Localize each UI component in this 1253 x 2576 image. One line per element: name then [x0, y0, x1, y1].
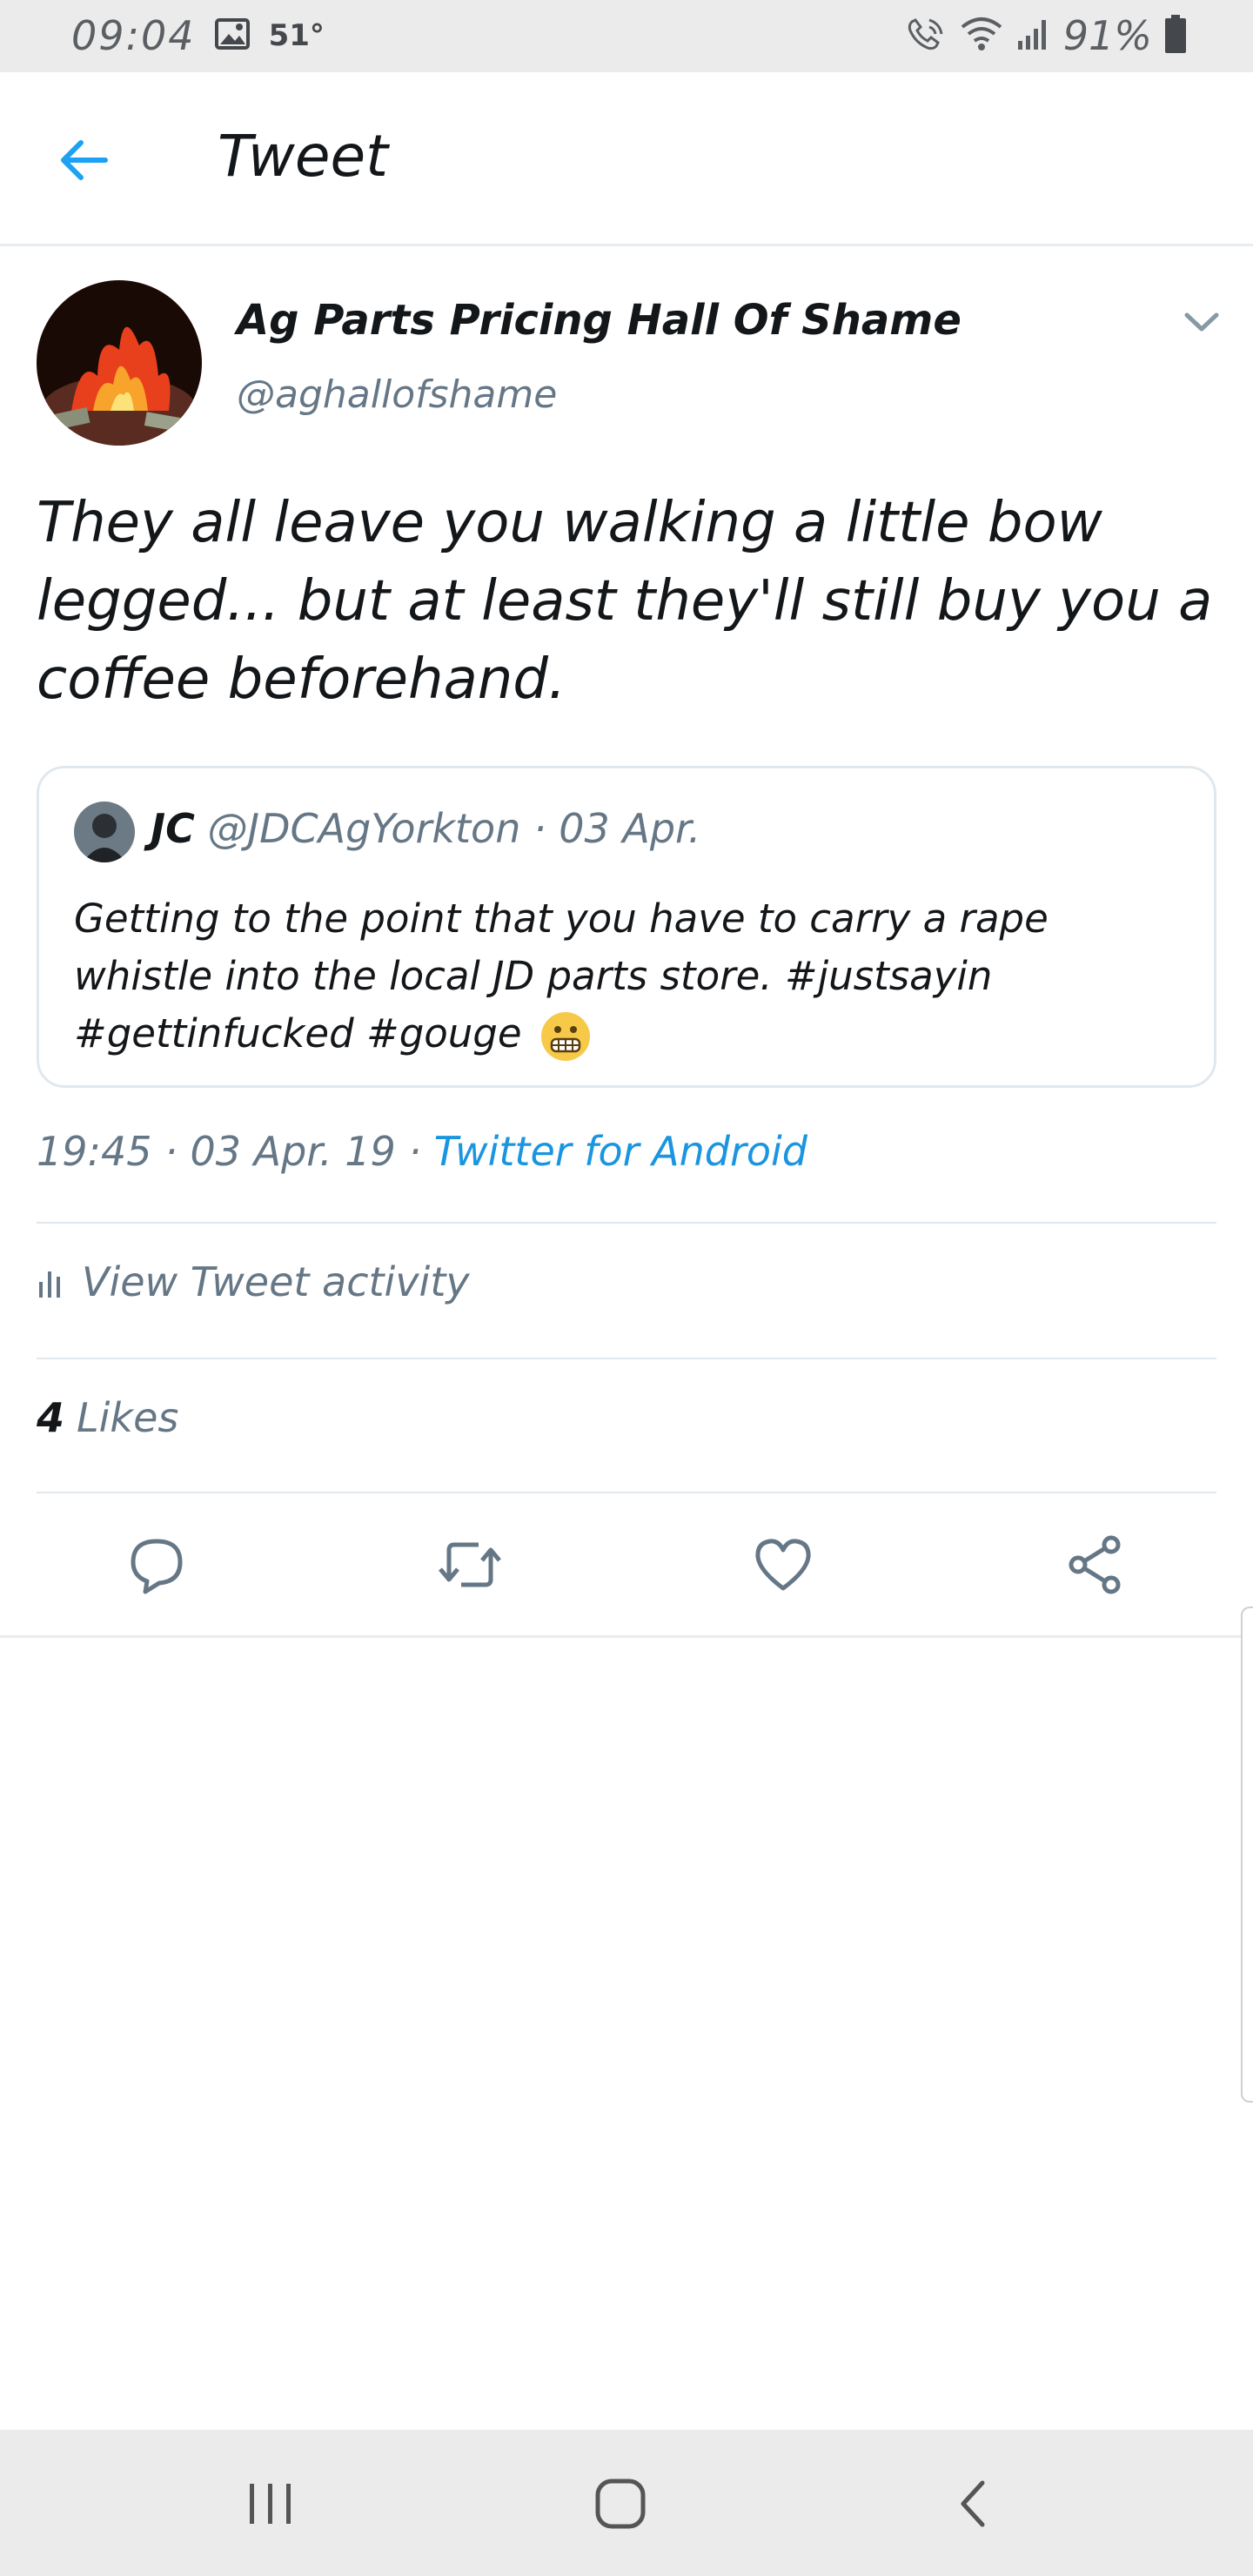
tweet-source-link[interactable]: Twitter for Android [434, 1128, 807, 1175]
reply-icon [131, 1539, 183, 1594]
battery-icon [1164, 15, 1187, 57]
tweet-text: They all leave you walking a little bow … [37, 491, 1213, 712]
wifi-icon [959, 15, 1004, 57]
meta-dot: · [408, 1128, 421, 1175]
status-time: 09:04 [71, 12, 196, 59]
home-icon [595, 2479, 646, 2529]
like-button[interactable] [748, 1530, 818, 1600]
image-icon [214, 18, 250, 53]
author-handle[interactable]: @aghallofshame [237, 372, 557, 417]
home-button[interactable] [581, 2465, 660, 2543]
quoted-name: JC [151, 805, 195, 852]
signal-icon [1016, 17, 1051, 55]
tweet-meta: 19:45 · 03 Apr. 19 · Twitter for Android [37, 1128, 807, 1175]
status-right: 91% [903, 12, 1187, 59]
quoted-avatar [74, 802, 135, 862]
grimacing-face-emoji [540, 1012, 590, 1061]
reply-button[interactable] [122, 1530, 191, 1600]
recent-apps-button[interactable] [231, 2465, 310, 2543]
recent-apps-icon [250, 2484, 291, 2524]
likes-row[interactable]: 4 Likes [37, 1361, 1216, 1474]
likes-count: 4 [37, 1394, 65, 1441]
bar-chart-icon [39, 1271, 60, 1298]
call-icon [903, 15, 947, 57]
quoted-handle: @JDCAgYorkton [207, 805, 521, 852]
tweet-menu-button[interactable] [1182, 310, 1222, 336]
divider [37, 1358, 1216, 1359]
system-back-button[interactable] [933, 2465, 1011, 2543]
status-left: 09:04 51° [71, 12, 325, 59]
meta-dot: · [164, 1128, 178, 1175]
tweet-date: 03 Apr. 19 [190, 1128, 396, 1175]
share-icon [1069, 1535, 1121, 1594]
activity-label: View Tweet activity [82, 1258, 470, 1305]
quoted-text-block: Getting to the point that you have to ca… [74, 890, 1196, 1063]
app-bar: Tweet [0, 72, 1253, 246]
view-tweet-activity-button[interactable]: View Tweet activity [37, 1225, 1216, 1338]
page-title: Tweet [218, 123, 389, 190]
quoted-separator: · [533, 805, 546, 852]
tweet-actions [0, 1493, 1253, 1638]
status-bar: 09:04 51° 91% [0, 0, 1253, 72]
back-icon [961, 2480, 985, 2527]
chevron-down-icon [1184, 312, 1219, 332]
retweet-icon [439, 1542, 501, 1587]
scroll-indicator[interactable] [1241, 1607, 1253, 2103]
system-nav-bar [0, 2430, 1253, 2576]
likes-label: Likes [77, 1394, 179, 1441]
tweet-time: 19:45 [37, 1128, 152, 1175]
battery-percent: 91% [1062, 12, 1152, 59]
author-avatar[interactable] [37, 280, 202, 446]
like-icon [755, 1539, 811, 1591]
quoted-date: 03 Apr. [559, 805, 701, 852]
retweet-button[interactable] [435, 1530, 505, 1600]
divider [37, 1222, 1216, 1224]
quoted-header: JC @JDCAgYorkton · 03 Apr. [151, 805, 700, 852]
author-name[interactable]: Ag Parts Pricing Hall Of Shame [237, 296, 962, 345]
arrow-left-icon [61, 140, 108, 180]
quoted-tweet[interactable]: JC @JDCAgYorkton · 03 Apr. Getting to th… [37, 766, 1216, 1088]
back-button[interactable] [54, 130, 115, 191]
status-temperature: 51° [268, 18, 325, 53]
share-button[interactable] [1062, 1530, 1131, 1600]
